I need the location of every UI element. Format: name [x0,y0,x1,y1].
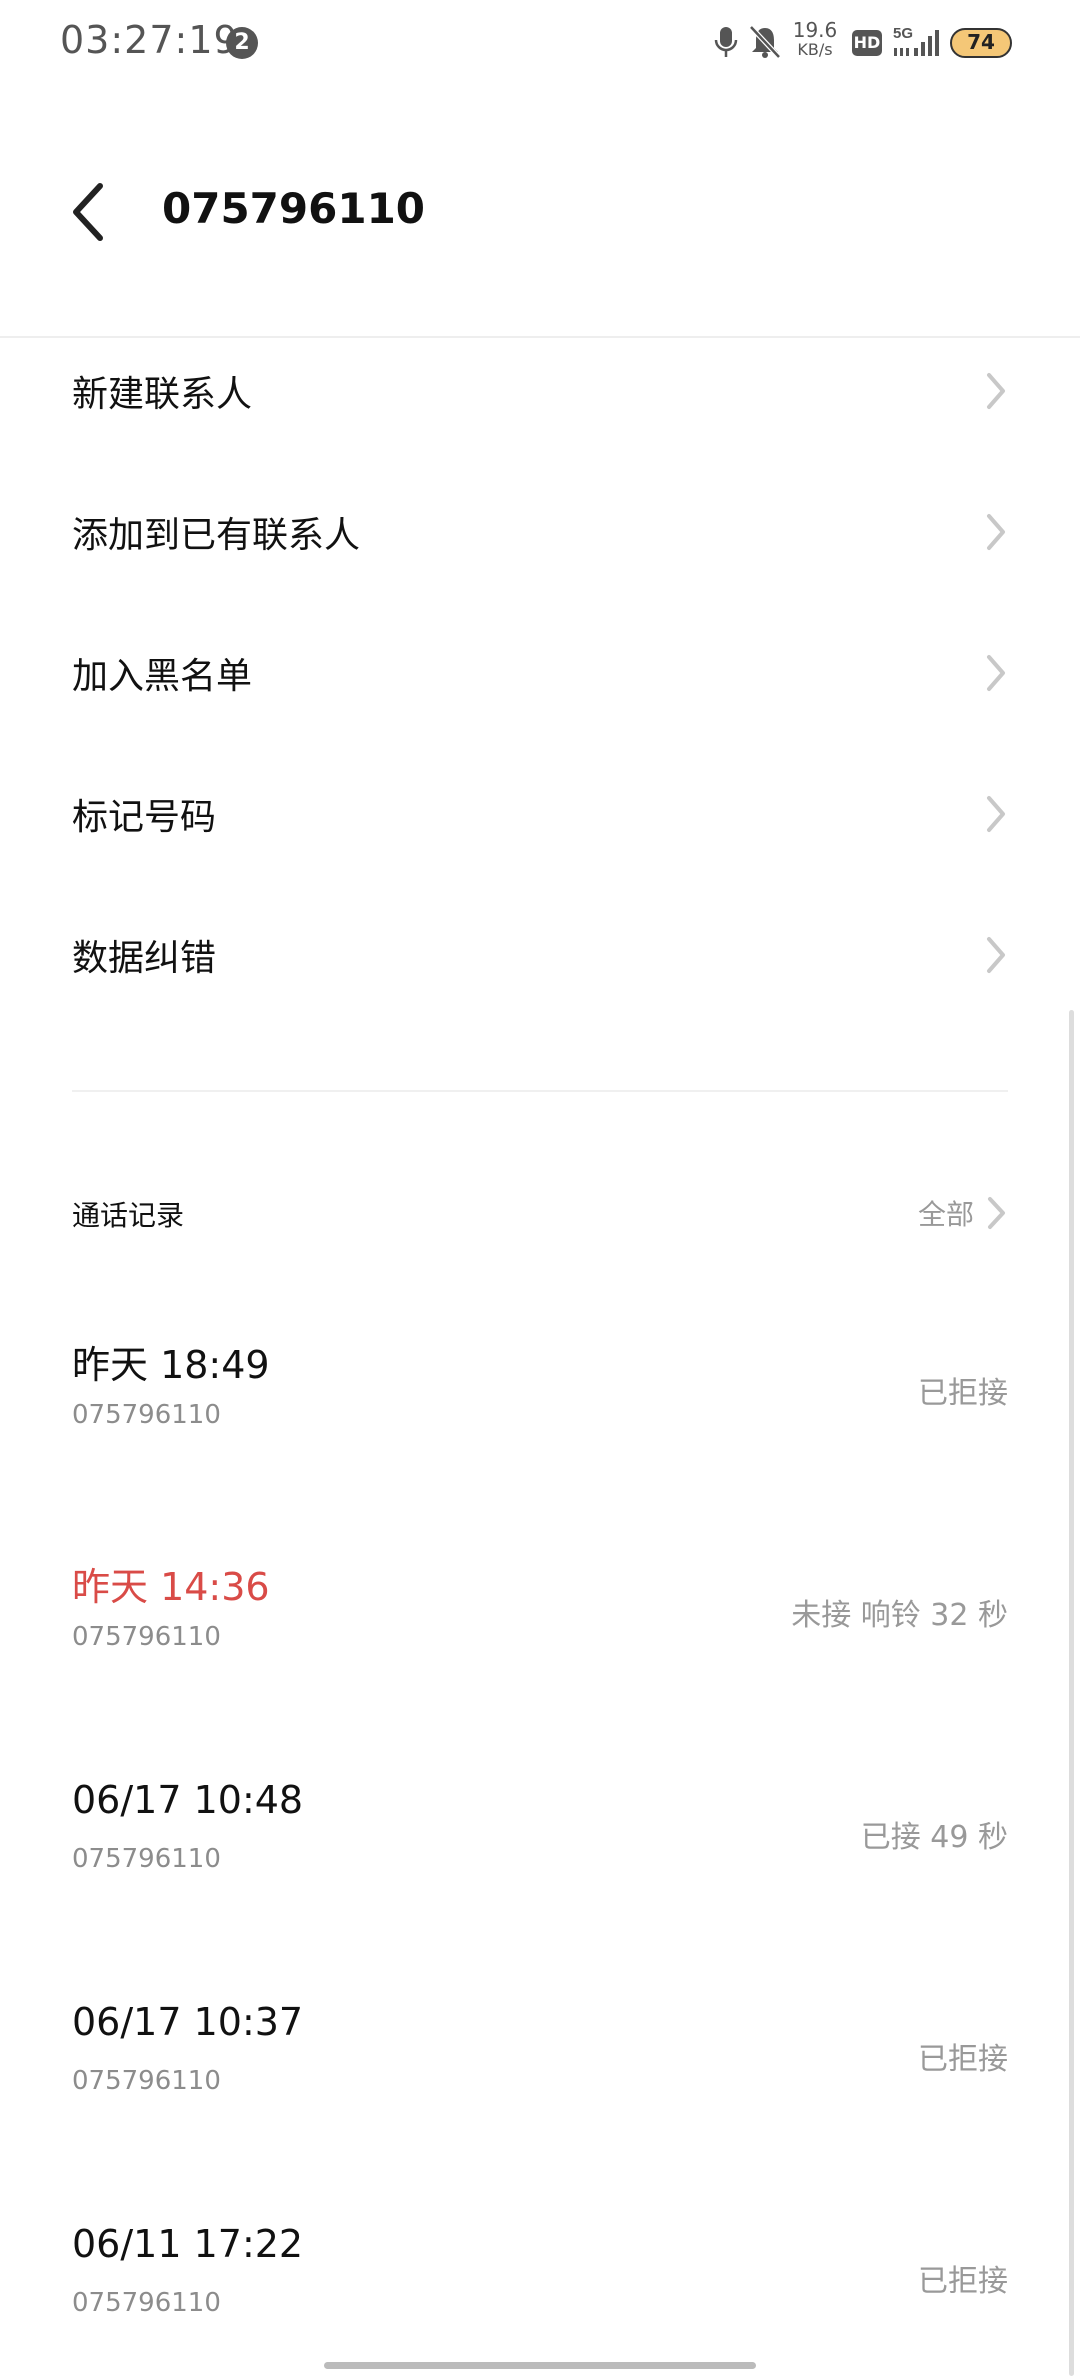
call-status: 已拒接 [918,1376,1008,1411]
menu-item-mark-number[interactable]: 标记号码 [0,744,1080,884]
menu-item-label: 加入黑名单 [72,656,253,697]
chevron-right-icon [987,796,1005,832]
menu-item-add-to-blacklist[interactable]: 加入黑名单 [0,603,1080,743]
call-log-row[interactable]: 昨天 14:36 075796110 未接 响铃 32 秒 [0,1538,1080,1698]
call-status: 已拒接 [918,2042,1008,2077]
bell-muted-icon [749,25,781,59]
call-number: 075796110 [72,2066,221,2096]
call-time: 06/17 10:37 [72,2000,304,2044]
call-log-row[interactable]: 06/17 10:48 075796110 已接 49 秒 [0,1760,1080,1920]
signal-5g-icon: 5G [893,25,939,56]
hd-voice-icon: HD [852,30,882,56]
scrollbar[interactable] [1069,1010,1074,2376]
network-speed-value: 19.6 [792,18,838,42]
menu-item-label: 新建联系人 [72,374,253,415]
menu-item-label: 标记号码 [72,797,217,838]
microphone-icon [714,27,738,57]
call-log-all-label: 全部 [917,1198,974,1231]
call-status: 未接 响铃 32 秒 [791,1598,1008,1633]
back-arrow-icon[interactable] [62,180,114,244]
status-bar: 03:27:19 2 19.6 KB/s HD 5G 74 [0,0,1080,84]
call-time-missed: 昨天 14:36 [72,1565,270,1609]
page-title: 075796110 [162,184,426,233]
call-log-all-button[interactable]: 全部 [918,1188,1008,1238]
call-log-row[interactable]: 昨天 18:49 075796110 已拒接 [0,1316,1080,1476]
chevron-right-icon [987,655,1005,691]
call-log-title: 通话记录 [72,1199,185,1232]
network-speed: 19.6 KB/s [790,20,840,60]
menu-item-new-contact[interactable]: 新建联系人 [0,321,1080,461]
chevron-right-icon [987,373,1005,409]
call-status: 已接 49 秒 [860,1820,1008,1855]
chevron-right-icon [987,937,1005,973]
chevron-right-icon [988,1197,1005,1229]
call-number: 075796110 [72,1400,221,1430]
network-speed-unit: KB/s [797,40,833,59]
menu-item-add-to-existing-contact[interactable]: 添加到已有联系人 [0,462,1080,602]
call-number: 075796110 [72,2288,221,2318]
network-type-label: 5G [893,25,913,42]
call-number: 075796110 [72,1844,221,1874]
notification-count-badge: 2 [226,27,258,59]
call-time: 06/17 10:48 [72,1778,304,1822]
call-number: 075796110 [72,1622,221,1652]
call-log-header: 通话记录 全部 [0,1170,1080,1254]
chevron-right-icon [987,514,1005,550]
menu-item-label: 添加到已有联系人 [72,515,361,556]
menu-item-data-correction[interactable]: 数据纠错 [0,885,1080,1025]
call-time: 昨天 18:49 [72,1343,270,1387]
call-log-row[interactable]: 06/17 10:37 075796110 已拒接 [0,1982,1080,2142]
battery-indicator: 74 [950,28,1012,58]
call-detail-screen: 03:27:19 2 19.6 KB/s HD 5G 74 075796110 … [0,0,1080,2376]
section-divider [72,1090,1008,1092]
call-time: 06/11 17:22 [72,2222,304,2266]
call-status: 已拒接 [918,2264,1008,2299]
menu-item-label: 数据纠错 [72,938,217,979]
home-indicator[interactable] [324,2362,756,2369]
status-time: 03:27:19 [60,18,239,62]
call-log-row[interactable]: 06/11 17:22 075796110 已拒接 [0,2204,1080,2364]
